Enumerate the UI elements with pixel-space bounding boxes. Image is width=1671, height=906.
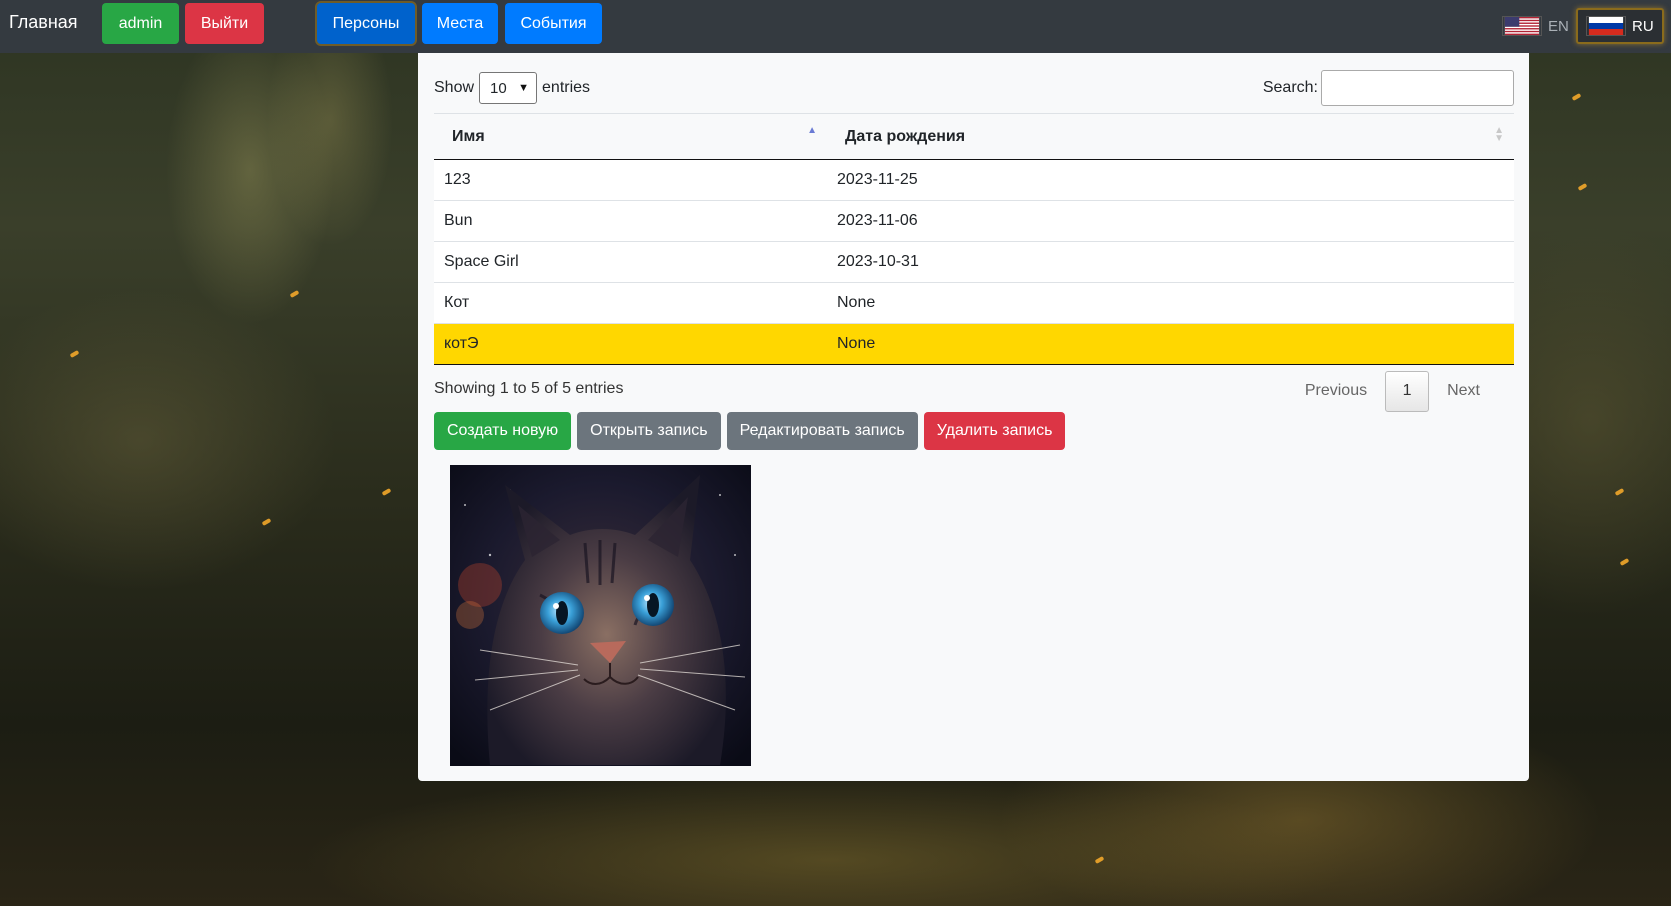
table-footer: Showing 1 to 5 of 5 entries Previous 1 N…: [434, 370, 1514, 412]
ember-particle: [381, 488, 392, 496]
table-row[interactable]: Bun 2023-11-06: [434, 200, 1514, 242]
main-panel: Show 10 ▼ entries Search: Имя ▲ Дата рож…: [418, 53, 1529, 781]
ember-particle: [1619, 558, 1630, 566]
user-button[interactable]: admin: [102, 3, 179, 44]
cell-name: Кот: [434, 282, 827, 324]
cell-name: Space Girl: [434, 241, 827, 283]
page-length-control: Show 10 ▼ entries: [434, 70, 590, 106]
column-header-name-label: Имя: [452, 127, 485, 145]
column-header-birth-date-label: Дата рождения: [845, 127, 966, 145]
nav-places-button[interactable]: Места: [422, 3, 498, 44]
show-label: Show: [434, 79, 475, 96]
cell-birth-date: 2023-11-06: [827, 200, 1514, 242]
search-input[interactable]: [1321, 70, 1514, 106]
column-header-name[interactable]: Имя ▲: [434, 113, 827, 160]
cell-birth-date: 2023-10-31: [827, 241, 1514, 283]
ru-flag-icon: [1586, 16, 1626, 36]
ember-particle: [261, 518, 272, 526]
language-en-label: EN: [1548, 17, 1569, 35]
cat-portrait-image: [450, 465, 751, 766]
table-header-row: Имя ▲ Дата рождения ▲ ▼: [434, 113, 1514, 160]
record-actions: Создать новую Открыть запись Редактирова…: [434, 412, 1066, 450]
language-ru-label: RU: [1632, 17, 1654, 35]
us-flag-icon: [1502, 16, 1542, 36]
cell-birth-date: None: [827, 323, 1514, 365]
delete-record-button[interactable]: Удалить запись: [923, 412, 1066, 450]
cell-birth-date: 2023-11-25: [827, 159, 1514, 201]
previous-button[interactable]: Previous: [1287, 382, 1385, 400]
cell-name: 123: [434, 159, 827, 201]
ember-particle: [1571, 93, 1582, 101]
table-info: Showing 1 to 5 of 5 entries: [434, 380, 624, 397]
top-navbar: Главная admin Выйти Персоны Места Событи…: [0, 0, 1671, 53]
table-row[interactable]: Кот None: [434, 282, 1514, 324]
sort-asc-icon: ▲: [807, 125, 817, 136]
search-control: Search:: [1263, 70, 1514, 106]
next-button[interactable]: Next: [1429, 382, 1498, 400]
nav-persons-button[interactable]: Персоны: [317, 3, 415, 44]
table-controls: Show 10 ▼ entries Search:: [434, 70, 1514, 106]
pagination: Previous 1 Next: [1287, 370, 1498, 412]
ember-particle: [1094, 856, 1105, 864]
ember-particle: [289, 290, 300, 298]
edit-record-button[interactable]: Редактировать запись: [726, 412, 918, 450]
ember-particle: [1614, 488, 1625, 496]
page-length-value: 10: [490, 79, 507, 97]
create-record-button[interactable]: Создать новую: [434, 412, 572, 450]
ember-particle: [69, 350, 80, 358]
page-1-button[interactable]: 1: [1385, 370, 1430, 412]
cell-name: котЭ: [434, 323, 827, 365]
cell-name: Bun: [434, 200, 827, 242]
column-header-birth-date[interactable]: Дата рождения ▲ ▼: [827, 113, 1514, 160]
language-en-button[interactable]: EN: [1502, 8, 1569, 44]
table-row-selected[interactable]: котЭ None: [434, 323, 1514, 365]
table-row[interactable]: Space Girl 2023-10-31: [434, 241, 1514, 283]
entries-label: entries: [542, 79, 591, 96]
language-ru-button[interactable]: RU: [1576, 8, 1664, 44]
table-row[interactable]: 123 2023-11-25: [434, 159, 1514, 201]
search-label: Search:: [1262, 79, 1318, 96]
cell-birth-date: None: [827, 282, 1514, 324]
person-photo: [450, 465, 751, 766]
page-length-select[interactable]: 10 ▼: [479, 72, 538, 104]
persons-table: Имя ▲ Дата рождения ▲ ▼ 123 2023-11-25 Bu…: [434, 113, 1514, 365]
sort-both-icon: ▲ ▼: [1494, 125, 1504, 144]
nav-events-button[interactable]: События: [505, 3, 602, 44]
open-record-button[interactable]: Открыть запись: [577, 412, 721, 450]
home-link[interactable]: Главная: [9, 12, 78, 33]
chevron-down-icon: ▼: [518, 82, 530, 94]
logout-button[interactable]: Выйти: [185, 3, 264, 44]
ember-particle: [1577, 183, 1588, 191]
